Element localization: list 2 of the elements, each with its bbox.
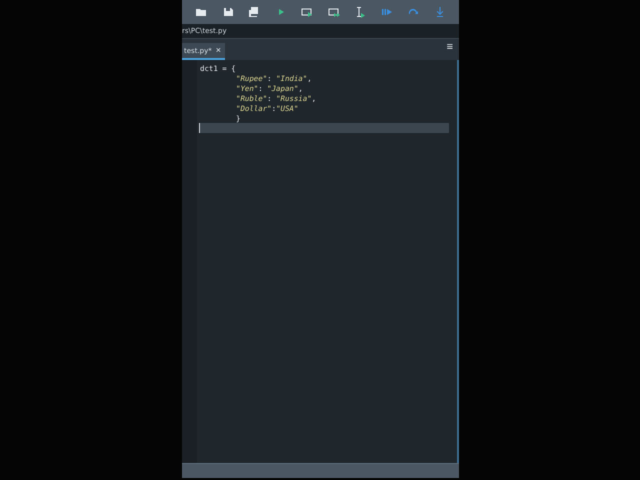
close-button[interactable]: × — [216, 46, 222, 55]
menu-button[interactable]: ≡ — [446, 42, 459, 58]
